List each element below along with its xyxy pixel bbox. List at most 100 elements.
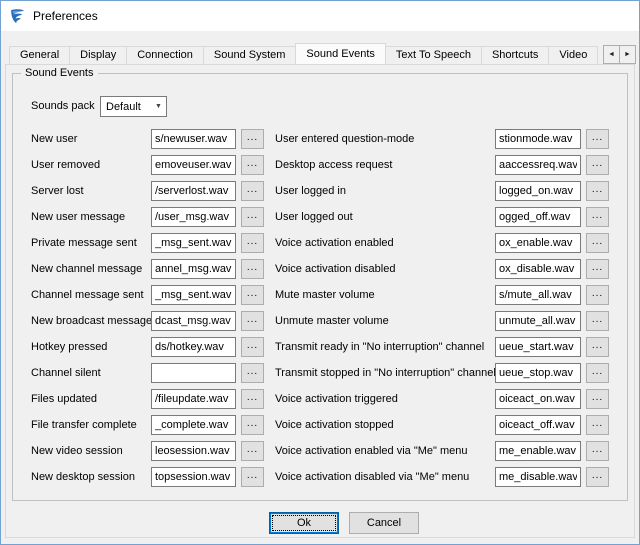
sound-event-row: New video session ... — [31, 438, 264, 464]
sound-event-row: User entered question-mode ... — [275, 126, 609, 152]
sound-file-input[interactable] — [151, 311, 236, 331]
browse-button[interactable]: ... — [586, 441, 609, 461]
tab[interactable]: Video — [548, 46, 598, 64]
browse-button[interactable]: ... — [586, 363, 609, 383]
browse-button[interactable]: ... — [586, 129, 609, 149]
sound-file-input[interactable] — [151, 389, 236, 409]
sound-event-row: Voice activation disabled ... — [275, 256, 609, 282]
chevron-down-icon: ▼ — [151, 103, 166, 110]
sound-event-row: Transmit stopped in "No interruption" ch… — [275, 360, 609, 386]
ok-button[interactable]: Ok — [269, 512, 339, 534]
sound-event-label: Channel silent — [31, 367, 151, 379]
browse-button[interactable]: ... — [586, 415, 609, 435]
sound-event-row: Transmit ready in "No interruption" chan… — [275, 334, 609, 360]
browse-button[interactable]: ... — [241, 389, 264, 409]
sound-event-label: Server lost — [31, 185, 151, 197]
browse-button[interactable]: ... — [241, 129, 264, 149]
sound-event-row: Voice activation triggered ... — [275, 386, 609, 412]
sound-file-input[interactable] — [151, 441, 236, 461]
browse-button[interactable]: ... — [241, 181, 264, 201]
sound-file-input[interactable] — [495, 155, 581, 175]
browse-button[interactable]: ... — [586, 259, 609, 279]
tab[interactable]: Sound Events — [295, 43, 386, 64]
browse-button[interactable]: ... — [241, 155, 264, 175]
sound-file-input[interactable] — [151, 415, 236, 435]
sound-event-label: New desktop session — [31, 471, 151, 483]
preferences-dialog: Preferences General Display Connection S… — [0, 0, 640, 545]
sound-event-row: User logged in ... — [275, 178, 609, 204]
sound-file-input[interactable] — [151, 363, 236, 383]
browse-button[interactable]: ... — [241, 363, 264, 383]
browse-button[interactable]: ... — [241, 311, 264, 331]
sound-event-row: New user message ... — [31, 204, 264, 230]
browse-button[interactable]: ... — [241, 285, 264, 305]
tab[interactable]: General — [9, 46, 70, 64]
sounds-pack-select[interactable]: Default ▼ — [100, 96, 167, 117]
sound-file-input[interactable] — [495, 415, 581, 435]
browse-button[interactable]: ... — [241, 259, 264, 279]
browse-button[interactable]: ... — [586, 311, 609, 331]
sound-file-input[interactable] — [495, 181, 581, 201]
sound-file-input[interactable] — [151, 155, 236, 175]
sound-event-label: Files updated — [31, 393, 151, 405]
sound-file-input[interactable] — [151, 181, 236, 201]
sound-file-input[interactable] — [495, 441, 581, 461]
sound-event-label: User logged out — [275, 211, 495, 223]
browse-button[interactable]: ... — [241, 441, 264, 461]
sound-event-row: Channel message sent ... — [31, 282, 264, 308]
sound-event-label: Voice activation triggered — [275, 393, 495, 405]
sound-file-input[interactable] — [495, 311, 581, 331]
browse-button[interactable]: ... — [586, 389, 609, 409]
tab-scroll-right-button[interactable]: ► — [619, 45, 636, 64]
browse-button[interactable]: ... — [586, 285, 609, 305]
sound-event-row: User logged out ... — [275, 204, 609, 230]
sound-events-left-column: New user ... User removed ... Server los… — [31, 126, 264, 490]
browse-button[interactable]: ... — [586, 337, 609, 357]
sound-file-input[interactable] — [495, 233, 581, 253]
tab[interactable]: Display — [69, 46, 127, 64]
sound-event-row: Desktop access request ... — [275, 152, 609, 178]
browse-button[interactable]: ... — [586, 155, 609, 175]
sound-file-input[interactable] — [151, 337, 236, 357]
tab-scroll-left-button[interactable]: ◄ — [603, 45, 620, 64]
app-icon — [9, 8, 26, 25]
sound-event-label: Hotkey pressed — [31, 341, 151, 353]
sound-file-input[interactable] — [495, 363, 581, 383]
sound-events-groupbox: Sound Events Sounds pack Default ▼ New u… — [12, 73, 628, 501]
browse-button[interactable]: ... — [586, 467, 609, 487]
browse-button[interactable]: ... — [586, 207, 609, 227]
sound-file-input[interactable] — [495, 337, 581, 357]
sound-file-input[interactable] — [495, 207, 581, 227]
browse-button[interactable]: ... — [241, 415, 264, 435]
sound-file-input[interactable] — [151, 259, 236, 279]
sound-file-input[interactable] — [151, 233, 236, 253]
sound-event-row: Unmute master volume ... — [275, 308, 609, 334]
sound-file-input[interactable] — [495, 389, 581, 409]
sound-file-input[interactable] — [151, 285, 236, 305]
browse-button[interactable]: ... — [241, 337, 264, 357]
browse-button[interactable]: ... — [241, 207, 264, 227]
browse-button[interactable]: ... — [241, 233, 264, 253]
sound-file-input[interactable] — [151, 129, 236, 149]
browse-button[interactable]: ... — [586, 233, 609, 253]
sound-event-label: Desktop access request — [275, 159, 495, 171]
tab[interactable]: Shortcuts — [481, 46, 549, 64]
browse-button[interactable]: ... — [241, 467, 264, 487]
sound-event-label: Private message sent — [31, 237, 151, 249]
sound-event-row: Private message sent ... — [31, 230, 264, 256]
cancel-button[interactable]: Cancel — [349, 512, 419, 534]
tab[interactable]: Sound System — [203, 46, 297, 64]
tab[interactable]: Text To Speech — [385, 46, 482, 64]
sound-event-label: Mute master volume — [275, 289, 495, 301]
sound-file-input[interactable] — [495, 129, 581, 149]
tab-bar: General Display Connection Sound System … — [5, 43, 605, 64]
titlebar[interactable]: Preferences — [1, 1, 639, 31]
tab[interactable]: Connection — [126, 46, 204, 64]
sound-file-input[interactable] — [151, 207, 236, 227]
sound-file-input[interactable] — [495, 467, 581, 487]
sound-file-input[interactable] — [151, 467, 236, 487]
browse-button[interactable]: ... — [586, 181, 609, 201]
sound-file-input[interactable] — [495, 259, 581, 279]
sound-event-label: Voice activation disabled — [275, 263, 495, 275]
sound-file-input[interactable] — [495, 285, 581, 305]
